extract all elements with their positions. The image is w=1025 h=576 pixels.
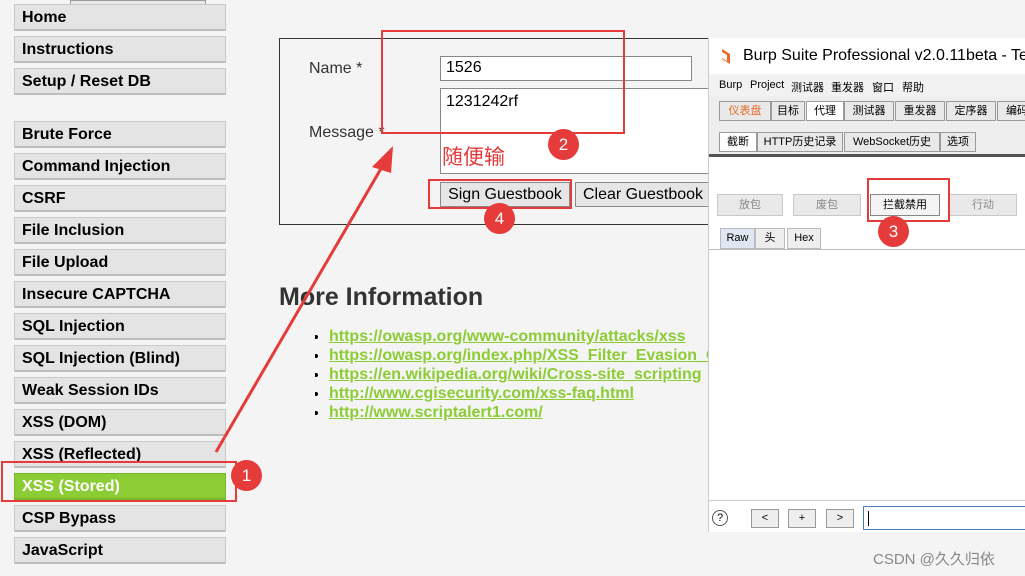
annotation-badge-3: 3 xyxy=(878,216,909,247)
annotation-badge-2: 2 xyxy=(548,129,579,160)
more-information-links: https://owasp.org/www-community/attacks/… xyxy=(315,328,709,423)
sidebar-item-file-upload[interactable]: File Upload xyxy=(14,249,226,276)
sidebar-item-weak-session-ids[interactable]: Weak Session IDs xyxy=(14,377,226,404)
menu-repeater[interactable]: 重发器 xyxy=(831,79,864,95)
burp-proxy-tabs: 截断 HTTP历史记录 WebSocket历史 选项 xyxy=(709,127,1025,157)
tab-headers[interactable]: 头 xyxy=(755,228,785,249)
sidebar-item-xss-dom[interactable]: XSS (DOM) xyxy=(14,409,226,436)
tab-intercept[interactable]: 截断 xyxy=(719,132,757,152)
burp-suite-window: Burp Suite Professional v2.0.11beta - Te… xyxy=(708,38,1025,532)
sidebar-item-home[interactable]: Home xyxy=(14,4,226,31)
tab-repeater[interactable]: 重发器 xyxy=(895,101,945,121)
tab-target[interactable]: 目标 xyxy=(771,101,805,121)
help-icon[interactable]: ? xyxy=(712,510,728,526)
action-button[interactable]: 行动 xyxy=(949,194,1017,216)
message-label: Message * xyxy=(309,124,385,141)
tab-websocket-history[interactable]: WebSocket历史 xyxy=(844,132,940,152)
tab-intruder[interactable]: 测试器 xyxy=(844,101,894,121)
list-item: https://owasp.org/www-community/attacks/… xyxy=(329,328,709,347)
annotation-box-intercept xyxy=(867,178,950,222)
sidebar-item-sql-injection-blind[interactable]: SQL Injection (Blind) xyxy=(14,345,226,372)
text-caret xyxy=(868,511,869,526)
annotation-box-xss-stored xyxy=(1,461,237,502)
burp-window-title: Burp Suite Professional v2.0.11beta - Te xyxy=(743,47,1025,64)
drop-button[interactable]: 废包 xyxy=(793,194,861,216)
more-information-heading: More Information xyxy=(279,283,484,311)
sidebar-item-csrf[interactable]: CSRF xyxy=(14,185,226,212)
sidebar-item-javascript[interactable]: JavaScript xyxy=(14,537,226,564)
tab-raw[interactable]: Raw xyxy=(720,228,755,249)
sidebar-item-csp-bypass[interactable]: CSP Bypass xyxy=(14,505,226,532)
add-button[interactable]: + xyxy=(788,509,816,528)
forward-button[interactable]: 放包 xyxy=(717,194,783,216)
menu-project[interactable]: Project xyxy=(750,79,784,91)
sidebar-item-sql-injection[interactable]: SQL Injection xyxy=(14,313,226,340)
sidebar-item-instructions[interactable]: Instructions xyxy=(14,36,226,63)
sidebar-item-setup-reset-db[interactable]: Setup / Reset DB xyxy=(14,68,226,95)
sidebar-item-insecure-captcha[interactable]: Insecure CAPTCHA xyxy=(14,281,226,308)
clear-guestbook-button[interactable]: Clear Guestbook xyxy=(575,182,711,207)
link-owasp-filter-evasion[interactable]: https://owasp.org/index.php/XSS_Filter_E… xyxy=(329,347,709,364)
annotation-box-inputs xyxy=(381,30,625,134)
annotation-badge-4: 4 xyxy=(484,203,515,234)
sidebar-item-brute-force[interactable]: Brute Force xyxy=(14,121,226,148)
name-label: Name * xyxy=(309,60,363,77)
list-item: https://en.wikipedia.org/wiki/Cross-site… xyxy=(329,366,709,385)
sidebar-item-command-injection[interactable]: Command Injection xyxy=(14,153,226,180)
link-cgisecurity-faq[interactable]: http://www.cgisecurity.com/xss-faq.html xyxy=(329,385,634,402)
burp-menubar: Burp Project 测试器 重发器 窗口 帮助 xyxy=(709,74,1025,96)
link-wikipedia-xss[interactable]: https://en.wikipedia.org/wiki/Cross-site… xyxy=(329,366,702,383)
tab-hex[interactable]: Hex xyxy=(787,228,821,249)
menu-help[interactable]: 帮助 xyxy=(902,79,924,95)
request-editor[interactable] xyxy=(709,250,1025,500)
menu-window[interactable]: 窗口 xyxy=(872,79,894,95)
annotation-badge-1: 1 xyxy=(231,460,262,491)
watermark: CSDN @久久归依 xyxy=(873,551,995,568)
tab-encoder[interactable]: 编码 xyxy=(997,101,1025,121)
tab-http-history[interactable]: HTTP历史记录 xyxy=(757,132,843,152)
tab-proxy[interactable]: 代理 xyxy=(806,101,844,121)
burp-bottom-bar: ? < + > xyxy=(709,500,1025,532)
message-view-tabs: Raw 头 Hex xyxy=(709,226,1025,250)
tab-dashboard[interactable]: 仪表盘 xyxy=(719,101,771,121)
link-scriptalert1[interactable]: http://www.scriptalert1.com/ xyxy=(329,404,543,421)
menu-burp[interactable]: Burp xyxy=(719,79,742,91)
link-owasp-xss[interactable]: https://owasp.org/www-community/attacks/… xyxy=(329,328,686,345)
burp-titlebar: Burp Suite Professional v2.0.11beta - Te xyxy=(709,38,1025,74)
tab-options[interactable]: 选项 xyxy=(940,132,976,152)
list-item: http://www.cgisecurity.com/xss-faq.html xyxy=(329,385,709,404)
burp-main-tabs: 仪表盘 目标 代理 测试器 重发器 定序器 编码 xyxy=(709,96,1025,127)
search-input[interactable] xyxy=(863,506,1025,530)
list-item: https://owasp.org/index.php/XSS_Filter_E… xyxy=(329,347,709,366)
next-match-button[interactable]: > xyxy=(826,509,854,528)
sidebar-item-file-inclusion[interactable]: File Inclusion xyxy=(14,217,226,244)
previous-match-button[interactable]: < xyxy=(751,509,779,528)
tab-sequencer[interactable]: 定序器 xyxy=(946,101,996,121)
annotation-note: 随便输 xyxy=(442,146,505,169)
list-item: http://www.scriptalert1.com/ xyxy=(329,404,709,423)
burp-logo-icon xyxy=(722,49,730,64)
menu-intruder[interactable]: 测试器 xyxy=(791,79,824,95)
